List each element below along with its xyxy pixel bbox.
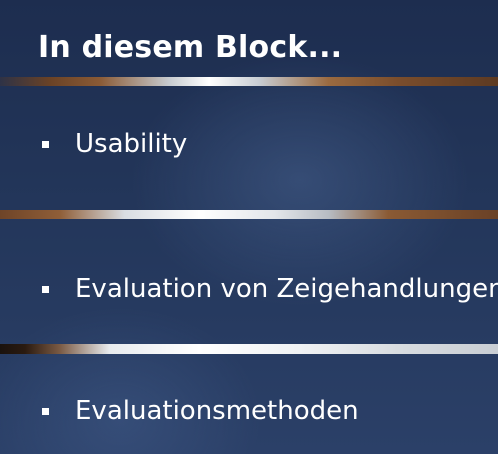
bullet-label: Usability bbox=[75, 129, 188, 159]
bullet-item-usability: Usability bbox=[42, 131, 187, 157]
slide-title: In diesem Block... bbox=[38, 30, 343, 65]
divider-rule bbox=[0, 77, 498, 86]
bullet-item-evaluation-zeigehandlungen: Evaluation von Zeigehandlungen bbox=[42, 276, 498, 302]
bullet-marker-icon bbox=[42, 285, 49, 293]
presentation-slide: In diesem Block... Usability Evaluation … bbox=[0, 0, 498, 454]
bullet-label: Evaluationsmethoden bbox=[75, 396, 359, 426]
bullet-marker-icon bbox=[42, 140, 49, 148]
bullet-label: Evaluation von Zeigehandlungen bbox=[75, 274, 498, 304]
divider-rule bbox=[0, 210, 498, 219]
divider-rule bbox=[0, 344, 498, 354]
bullet-marker-icon bbox=[42, 407, 49, 415]
bullet-item-evaluationsmethoden: Evaluationsmethoden bbox=[42, 398, 359, 424]
